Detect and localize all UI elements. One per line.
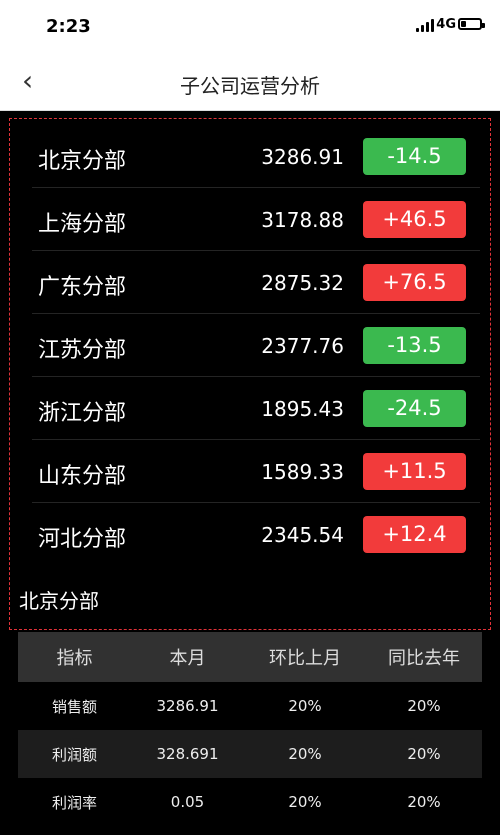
branch-value: 1589.33 — [261, 460, 344, 484]
branch-value: 3286.91 — [261, 145, 344, 169]
column-header: 指标 — [56, 648, 93, 669]
branch-row[interactable]: 山东分部 1589.33 +11.5 — [32, 440, 480, 503]
change-badge: -24.5 — [363, 390, 466, 427]
branch-name: 北京分部 — [38, 149, 127, 174]
change-badge: +11.5 — [363, 453, 466, 490]
branch-row[interactable]: 河北分部 2345.54 +12.4 — [32, 503, 480, 565]
column-header: 环比上月 — [269, 648, 341, 669]
table-cell: 0.05 — [170, 793, 205, 811]
table-cell: 20% — [288, 793, 322, 811]
change-badge: -13.5 — [363, 327, 466, 364]
table-row: 利润率 0.05 20% 20% — [18, 778, 482, 826]
table-row: 利润额 328.691 20% 20% — [18, 730, 482, 778]
table-cell: 销售额 — [51, 697, 97, 716]
branch-value: 1895.43 — [261, 397, 344, 421]
column-header: 本月 — [169, 648, 206, 669]
branch-value: 2875.32 — [261, 271, 344, 295]
branch-name: 山东分部 — [38, 464, 127, 489]
signal-icon — [416, 18, 434, 32]
change-badge: +46.5 — [363, 201, 466, 238]
table-cell: 20% — [288, 697, 322, 715]
branch-row[interactable]: 浙江分部 1895.43 -24.5 — [32, 377, 480, 440]
selected-branch-label: 北京分部 — [19, 589, 99, 613]
branch-value: 2377.76 — [261, 334, 344, 358]
status-time: 2:23 — [46, 16, 91, 37]
table-cell: 利润率 — [51, 793, 97, 812]
table-cell: 利润额 — [51, 745, 97, 764]
branch-row[interactable]: 北京分部 3286.91 -14.5 — [32, 125, 480, 188]
metrics-table: 指标 本月 环比上月 同比去年 销售额 3286.91 20% 20% 利润额 … — [18, 632, 482, 835]
table-row: 销售额 3286.91 20% 20% — [18, 682, 482, 730]
branch-name: 上海分部 — [38, 212, 127, 237]
status-bar: 2:23 4G — [0, 0, 500, 55]
battery-icon — [458, 18, 485, 30]
table-cell: 20% — [407, 793, 441, 811]
table-cell: 328.691 — [156, 745, 219, 763]
change-badge: -14.5 — [363, 138, 466, 175]
branch-name: 河北分部 — [38, 527, 127, 552]
nav-bar: ‹ 子公司运营分析 — [0, 55, 500, 111]
table-cell: 3286.91 — [156, 697, 219, 715]
column-header: 同比去年 — [388, 648, 460, 669]
table-cell: 20% — [288, 745, 322, 763]
network-type: 4G — [436, 17, 456, 32]
branch-name: 广东分部 — [38, 275, 127, 300]
table-cell: 20% — [407, 745, 441, 763]
branch-value: 3178.88 — [261, 208, 344, 232]
change-badge: +12.4 — [363, 516, 466, 553]
branch-name: 浙江分部 — [38, 401, 127, 426]
branch-name: 江苏分部 — [38, 338, 127, 363]
branch-ranking-panel: 北京分部 3286.91 -14.5 上海分部 3178.88 +46.5 广东… — [9, 118, 491, 630]
branch-row[interactable]: 广东分部 2875.32 +76.5 — [32, 251, 480, 314]
branch-row[interactable]: 江苏分部 2377.76 -13.5 — [32, 314, 480, 377]
table-header: 指标 本月 环比上月 同比去年 — [18, 632, 482, 682]
branch-value: 2345.54 — [261, 523, 344, 547]
change-badge: +76.5 — [363, 264, 466, 301]
table-cell: 20% — [407, 697, 441, 715]
branch-row[interactable]: 上海分部 3178.88 +46.5 — [32, 188, 480, 251]
page-title: 子公司运营分析 — [180, 74, 320, 98]
